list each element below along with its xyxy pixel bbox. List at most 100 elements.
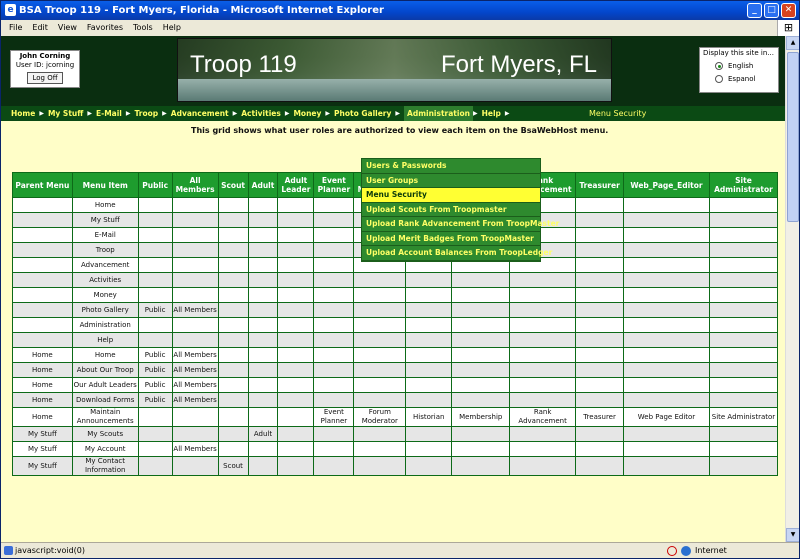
grid-cell: [313, 212, 355, 228]
grid-cell: [708, 317, 779, 333]
espanol-radio[interactable]: [715, 75, 723, 83]
grid-cell: [708, 197, 779, 213]
grid-cell: [575, 347, 625, 363]
espanol-label: Espanol: [728, 75, 756, 83]
grid-cell: [171, 272, 219, 288]
grid-cell: [313, 317, 355, 333]
grid-cell: Photo Gallery: [71, 302, 139, 318]
grid-cell: [575, 332, 625, 348]
grid-cell: [171, 332, 219, 348]
scroll-down-arrow-icon[interactable]: ▼: [786, 528, 799, 542]
grid-cell: [247, 441, 279, 457]
grid-cell: [313, 197, 355, 213]
menu-view[interactable]: View: [58, 20, 77, 36]
grid-cell: [171, 317, 219, 333]
grid-row: My Stuff My Scouts Adult: [12, 426, 779, 442]
grid-cell: [575, 362, 625, 378]
grid-cell: [451, 272, 511, 288]
nav-my-stuff[interactable]: My Stuff: [48, 106, 87, 121]
grid-cell: [575, 287, 625, 303]
minimize-button[interactable]: _: [747, 3, 762, 18]
nav-advancement[interactable]: Advancement: [171, 106, 233, 121]
nav-email[interactable]: E-Mail: [96, 106, 126, 121]
grid-cell: [277, 302, 315, 318]
nav-troop[interactable]: Troop: [135, 106, 163, 121]
nav-money[interactable]: Money: [293, 106, 325, 121]
english-radio[interactable]: [715, 62, 723, 70]
grid-cell: Public: [137, 362, 173, 378]
grid-cell: Home: [71, 197, 139, 213]
grid-cell: [217, 426, 249, 442]
grid-header-cell: Treasurer: [575, 172, 625, 198]
english-label: English: [728, 62, 754, 70]
grid-cell: Our Adult Leaders: [71, 377, 139, 393]
close-button[interactable]: ✕: [781, 3, 796, 18]
grid-cell: [137, 441, 173, 457]
browser-window: e BSA Troop 119 - Fort Myers, Florida - …: [0, 0, 800, 559]
user-name: John Corning: [19, 52, 71, 60]
grid-cell: [217, 272, 249, 288]
grid-cell: [171, 197, 219, 213]
menu-help[interactable]: Help: [163, 20, 181, 36]
grid-cell: [12, 332, 73, 348]
grid-row: Activities: [12, 272, 779, 288]
grid-cell: [353, 287, 407, 303]
grid-cell: [217, 317, 249, 333]
grid-cell: [247, 332, 279, 348]
grid-cell: [623, 257, 710, 273]
language-selector: Display this site in... English Espanol: [699, 47, 779, 93]
language-option-espanol[interactable]: Espanol: [703, 75, 775, 83]
grid-cell: [575, 197, 625, 213]
menu-edit[interactable]: Edit: [32, 20, 48, 36]
grid-cell: [247, 456, 279, 476]
grid-cell: [313, 257, 355, 273]
grid-cell: [708, 212, 779, 228]
maximize-button[interactable]: □: [764, 3, 779, 18]
page-viewport: John Corning User ID: jcorning Log Off T…: [1, 36, 786, 542]
grid-cell: [451, 456, 511, 476]
scroll-thumb[interactable]: [787, 52, 799, 222]
grid-cell: [509, 347, 577, 363]
grid-cell: [277, 377, 315, 393]
dropdown-item[interactable]: Upload Account Balances From TroopLedger: [362, 246, 552, 261]
grid-header-cell: Scout: [217, 172, 249, 198]
menu-bar: File Edit View Favorites Tools Help: [1, 20, 799, 36]
menu-file[interactable]: File: [9, 20, 22, 36]
grid-cell: [313, 272, 355, 288]
nav-help[interactable]: Help: [482, 106, 505, 121]
logoff-button[interactable]: Log Off: [27, 72, 63, 84]
grid-cell: [277, 332, 315, 348]
dropdown-item[interactable]: Upload Merit Badges From TroopMaster: [362, 232, 540, 246]
nav-administration[interactable]: Administration: [404, 106, 473, 121]
menu-favorites[interactable]: Favorites: [87, 20, 123, 36]
nav-photo-gallery[interactable]: Photo Gallery: [334, 106, 395, 121]
grid-cell: [313, 242, 355, 258]
grid-cell: [451, 302, 511, 318]
security-icon: [667, 546, 677, 556]
nav-activities[interactable]: Activities: [241, 106, 285, 121]
zone-text: Internet: [695, 546, 727, 555]
grid-cell: [12, 272, 73, 288]
dropdown-item[interactable]: User Groups: [362, 174, 540, 188]
grid-cell: Home: [12, 347, 73, 363]
menu-tools[interactable]: Tools: [133, 20, 153, 36]
dropdown-item[interactable]: Upload Rank Advancement From TroopMaster: [362, 217, 559, 232]
grid-cell: [405, 441, 453, 457]
dropdown-item[interactable]: Menu Security: [362, 188, 540, 203]
grid-cell: Help: [71, 332, 139, 348]
language-option-english[interactable]: English: [703, 62, 775, 70]
grid-cell: [247, 347, 279, 363]
grid-cell: Activities: [71, 272, 139, 288]
scroll-up-arrow-icon[interactable]: ▲: [786, 36, 799, 50]
banner-image: Troop 119 Fort Myers, FL: [177, 38, 612, 102]
dropdown-item[interactable]: Upload Scouts From Troopmaster: [362, 203, 540, 217]
nav-home[interactable]: Home: [11, 106, 39, 121]
dropdown-item[interactable]: Users & Passwords: [362, 159, 540, 174]
grid-cell: [509, 332, 577, 348]
grid-cell: [277, 441, 315, 457]
grid-header-cell: Web_Page_Editor: [623, 172, 710, 198]
grid-cell: [171, 257, 219, 273]
vertical-scrollbar[interactable]: ▲ ▼: [785, 36, 799, 542]
administration-dropdown: Users & Passwords User Groups Menu Securit…: [361, 158, 559, 262]
grid-cell: [217, 441, 249, 457]
